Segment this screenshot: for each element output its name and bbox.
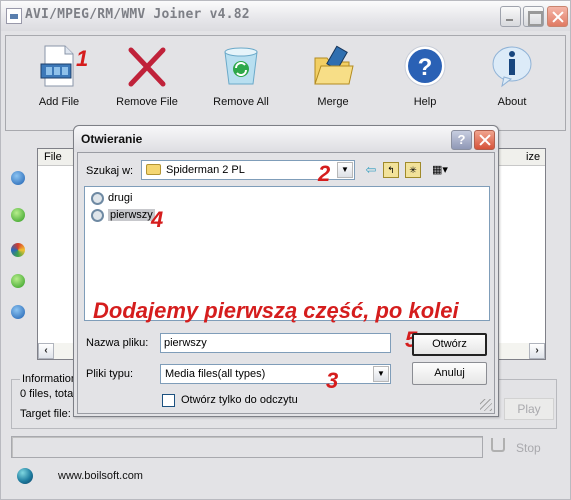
target-file-label: Target file: xyxy=(20,408,71,420)
filename-input[interactable]: pierwszy xyxy=(160,333,391,353)
media-file-icon xyxy=(91,209,104,222)
stop-button[interactable]: Stop xyxy=(516,441,541,455)
read-only-checkbox[interactable] xyxy=(162,394,175,407)
file-name: pierwszy xyxy=(108,209,155,221)
look-in-value: Spiderman 2 PL xyxy=(166,164,245,176)
app-icon xyxy=(6,8,22,24)
scroll-left-button[interactable]: ‹ xyxy=(38,343,54,359)
add-file-button[interactable]: Add File xyxy=(14,44,104,108)
title-bar[interactable]: AVI/MPEG/RM/WMV Joiner v4.82 xyxy=(1,1,570,31)
move-top-icon[interactable] xyxy=(11,171,25,185)
maximize-button[interactable] xyxy=(523,6,544,27)
annotation-number-4: 4 xyxy=(151,207,164,232)
open-file-dialog: Otwieranie ? Szukaj w: Spiderman 2 PL ▼ … xyxy=(73,125,499,417)
up-folder-icon[interactable]: ↰ xyxy=(383,162,399,178)
svg-text:?: ? xyxy=(418,54,433,81)
column-header-size[interactable]: ize xyxy=(526,151,540,163)
about-label: About xyxy=(497,96,527,108)
look-in-label: Szukaj w: xyxy=(86,165,134,177)
merge-button[interactable]: Merge xyxy=(288,44,378,108)
add-file-label: Add File xyxy=(38,96,80,108)
progress-bar xyxy=(11,436,483,458)
open-button[interactable]: Otwórz xyxy=(412,333,487,356)
filetype-value: Media files(all types) xyxy=(165,368,266,380)
preview-play-icon[interactable] xyxy=(11,243,25,257)
chevron-down-icon[interactable]: ▼ xyxy=(373,366,389,382)
help-label: Help xyxy=(413,96,437,108)
annotation-number-2: 2 xyxy=(318,161,331,186)
move-up-icon[interactable] xyxy=(11,208,25,222)
help-button[interactable]: ? Help xyxy=(380,44,470,108)
cancel-button[interactable]: Anuluj xyxy=(412,362,487,385)
dialog-title-bar[interactable]: Otwieranie ? xyxy=(74,126,498,152)
new-folder-icon[interactable]: ✳ xyxy=(405,162,421,178)
back-icon[interactable]: ⇦ xyxy=(363,162,379,178)
file-item-selected[interactable]: pierwszy xyxy=(90,208,155,223)
information-legend: Information xyxy=(20,373,80,385)
dialog-close-button[interactable] xyxy=(474,130,495,150)
annotation-number-1: 1 xyxy=(76,46,89,71)
remove-file-button[interactable]: Remove File xyxy=(102,44,192,108)
play-button[interactable]: Play xyxy=(504,398,554,420)
help-icon: ? xyxy=(403,44,447,88)
file-item[interactable]: drugi xyxy=(90,191,132,206)
annotation-caption: Dodajemy pierwszą część, po kolei xyxy=(93,298,459,323)
media-file-icon xyxy=(91,192,104,205)
remove-all-label: Remove All xyxy=(213,96,269,108)
remove-file-label: Remove File xyxy=(116,96,178,108)
dialog-help-button[interactable]: ? xyxy=(451,130,472,150)
view-menu-icon[interactable]: ▦▾ xyxy=(429,162,451,178)
app-window: AVI/MPEG/RM/WMV Joiner v4.82 Add File 1 … xyxy=(0,0,571,500)
move-bottom-icon[interactable] xyxy=(11,305,25,319)
scroll-right-button[interactable]: › xyxy=(529,343,545,359)
file-name: drugi xyxy=(108,192,133,204)
recycle-bin-icon xyxy=(219,44,263,88)
filetype-label: Pliki typu: xyxy=(86,368,134,380)
window-title: AVI/MPEG/RM/WMV Joiner v4.82 xyxy=(25,7,250,22)
read-only-label: Otwórz tylko do odczytu xyxy=(181,394,298,406)
annotation-number-3: 3 xyxy=(326,368,339,393)
close-button[interactable] xyxy=(547,6,568,27)
filename-label: Nazwa pliku: xyxy=(86,337,149,349)
remove-all-button[interactable]: Remove All xyxy=(196,44,286,108)
about-info-icon xyxy=(490,44,534,88)
remove-file-icon xyxy=(125,44,169,88)
chevron-down-icon[interactable]: ▼ xyxy=(337,162,353,178)
stop-icon[interactable] xyxy=(491,438,505,452)
main-toolbar: Add File 1 Remove File Remove All Merge … xyxy=(5,35,566,131)
column-header-file[interactable]: File xyxy=(44,151,62,163)
merge-label: Merge xyxy=(317,96,349,108)
filetype-dropdown[interactable]: Media files(all types) ▼ xyxy=(160,364,391,384)
dialog-file-list[interactable]: drugi pierwszy 4 Dodajemy pierwszą część… xyxy=(84,186,490,323)
about-button[interactable]: About xyxy=(467,44,557,108)
add-file-icon xyxy=(37,44,81,88)
resize-grip[interactable] xyxy=(480,399,492,411)
folder-icon xyxy=(146,164,161,175)
dialog-title: Otwieranie xyxy=(81,132,143,146)
minimize-button[interactable] xyxy=(500,6,521,27)
website-link[interactable]: www.boilsoft.com xyxy=(58,470,143,482)
dialog-body: Szukaj w: Spiderman 2 PL ▼ 2 ⇦ ↰ ✳ ▦▾ dr… xyxy=(77,152,495,414)
merge-folder-icon xyxy=(311,44,355,88)
files-summary: 0 files, total xyxy=(20,388,76,400)
move-down-icon[interactable] xyxy=(11,274,25,288)
globe-icon xyxy=(17,468,33,484)
